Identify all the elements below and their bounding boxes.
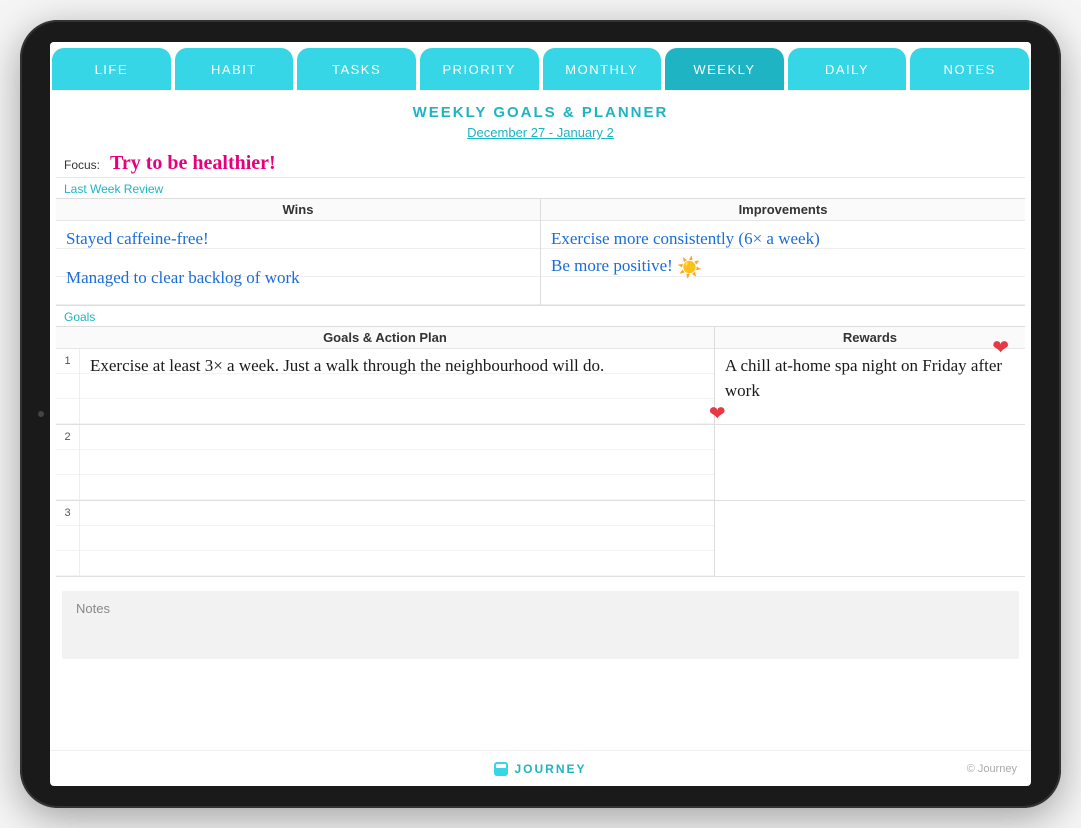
tab-life[interactable]: LIFE [52, 48, 171, 90]
notes-label: Notes [76, 601, 110, 616]
goal-row-2[interactable]: 2 [56, 425, 714, 501]
heart-icon: ❤ [709, 401, 726, 426]
focus-row: Focus: Try to be healthier! [56, 148, 1025, 178]
footer: JOURNEY © Journey [50, 750, 1031, 786]
goal-plan-1: Exercise at least 3× a week. Just a walk… [80, 349, 714, 424]
reward-cell-3[interactable] [715, 501, 1025, 577]
goals-plan-header: Goals & Action Plan [56, 327, 714, 349]
tab-bar: LIFE HABIT TASKS PRIORITY MONTHLY WEEKLY… [50, 42, 1031, 90]
wins-column: Wins Stayed caffeine-free! Managed to cl… [56, 199, 541, 305]
improvements-line-1: Exercise more consistently (6× a week) [551, 225, 1015, 252]
date-range-link[interactable]: December 27 - January 2 [467, 125, 614, 140]
reward-cell-2[interactable] [715, 425, 1025, 501]
page-title: WEEKLY GOALS & PLANNER [50, 104, 1031, 121]
notes-box[interactable]: Notes [62, 591, 1019, 659]
wins-header: Wins [56, 199, 540, 221]
goal-plan-3 [80, 501, 714, 576]
tab-weekly[interactable]: WEEKLY [665, 48, 784, 90]
tab-priority[interactable]: PRIORITY [420, 48, 539, 90]
tab-tasks[interactable]: TASKS [297, 48, 416, 90]
goals-plan-column: Goals & Action Plan 1 Exercise at least … [56, 327, 715, 577]
improvements-header: Improvements [541, 199, 1025, 221]
content-area: Focus: Try to be healthier! Last Week Re… [50, 148, 1031, 750]
footer-copyright: © Journey [967, 763, 1017, 775]
goal-plan-2 [80, 425, 714, 500]
journey-logo-icon [494, 762, 508, 776]
goals-table: Goals & Action Plan 1 Exercise at least … [56, 326, 1025, 577]
rewards-header: Rewards [715, 327, 1025, 349]
wins-line-1: Stayed caffeine-free! [66, 225, 530, 252]
heart-icon: ❤ [992, 335, 1009, 360]
goal-num-1: 1 [56, 349, 80, 424]
tab-notes[interactable]: NOTES [910, 48, 1029, 90]
goal-num-3: 3 [56, 501, 80, 576]
screen: LIFE HABIT TASKS PRIORITY MONTHLY WEEKLY… [50, 42, 1031, 786]
tab-daily[interactable]: DAILY [788, 48, 907, 90]
improvements-line-2: Be more positive! ☀️ [551, 252, 1015, 282]
page-header: WEEKLY GOALS & PLANNER December 27 - Jan… [50, 90, 1031, 148]
review-section-label: Last Week Review [56, 178, 1025, 196]
reward-cell-1[interactable]: ❤ A chill at-home spa night on Friday af… [715, 349, 1025, 425]
footer-brand[interactable]: JOURNEY [494, 762, 586, 776]
brand-text: JOURNEY [514, 762, 586, 776]
review-table: Wins Stayed caffeine-free! Managed to cl… [56, 198, 1025, 306]
tablet-frame: LIFE HABIT TASKS PRIORITY MONTHLY WEEKLY… [20, 20, 1061, 808]
reward-text-1: A chill at-home spa night on Friday afte… [725, 353, 1015, 403]
wins-line-2: Managed to clear backlog of work [66, 264, 530, 291]
improvements-column: Improvements Exercise more consistently … [541, 199, 1025, 305]
goal-row-1[interactable]: 1 Exercise at least 3× a week. Just a wa… [56, 349, 714, 425]
rewards-column: Rewards ❤ A chill at-home spa night on F… [715, 327, 1025, 577]
sun-icon: ☀️ [677, 255, 702, 282]
goal-num-2: 2 [56, 425, 80, 500]
improvements-area[interactable]: Exercise more consistently (6× a week) B… [541, 221, 1025, 305]
focus-label: Focus: [64, 158, 100, 172]
tab-habit[interactable]: HABIT [175, 48, 294, 90]
goals-section-label: Goals [56, 306, 1025, 324]
focus-text[interactable]: Try to be healthier! [110, 152, 276, 175]
goal-row-3[interactable]: 3 [56, 501, 714, 577]
tab-monthly[interactable]: MONTHLY [543, 48, 662, 90]
wins-area[interactable]: Stayed caffeine-free! Managed to clear b… [56, 221, 540, 305]
